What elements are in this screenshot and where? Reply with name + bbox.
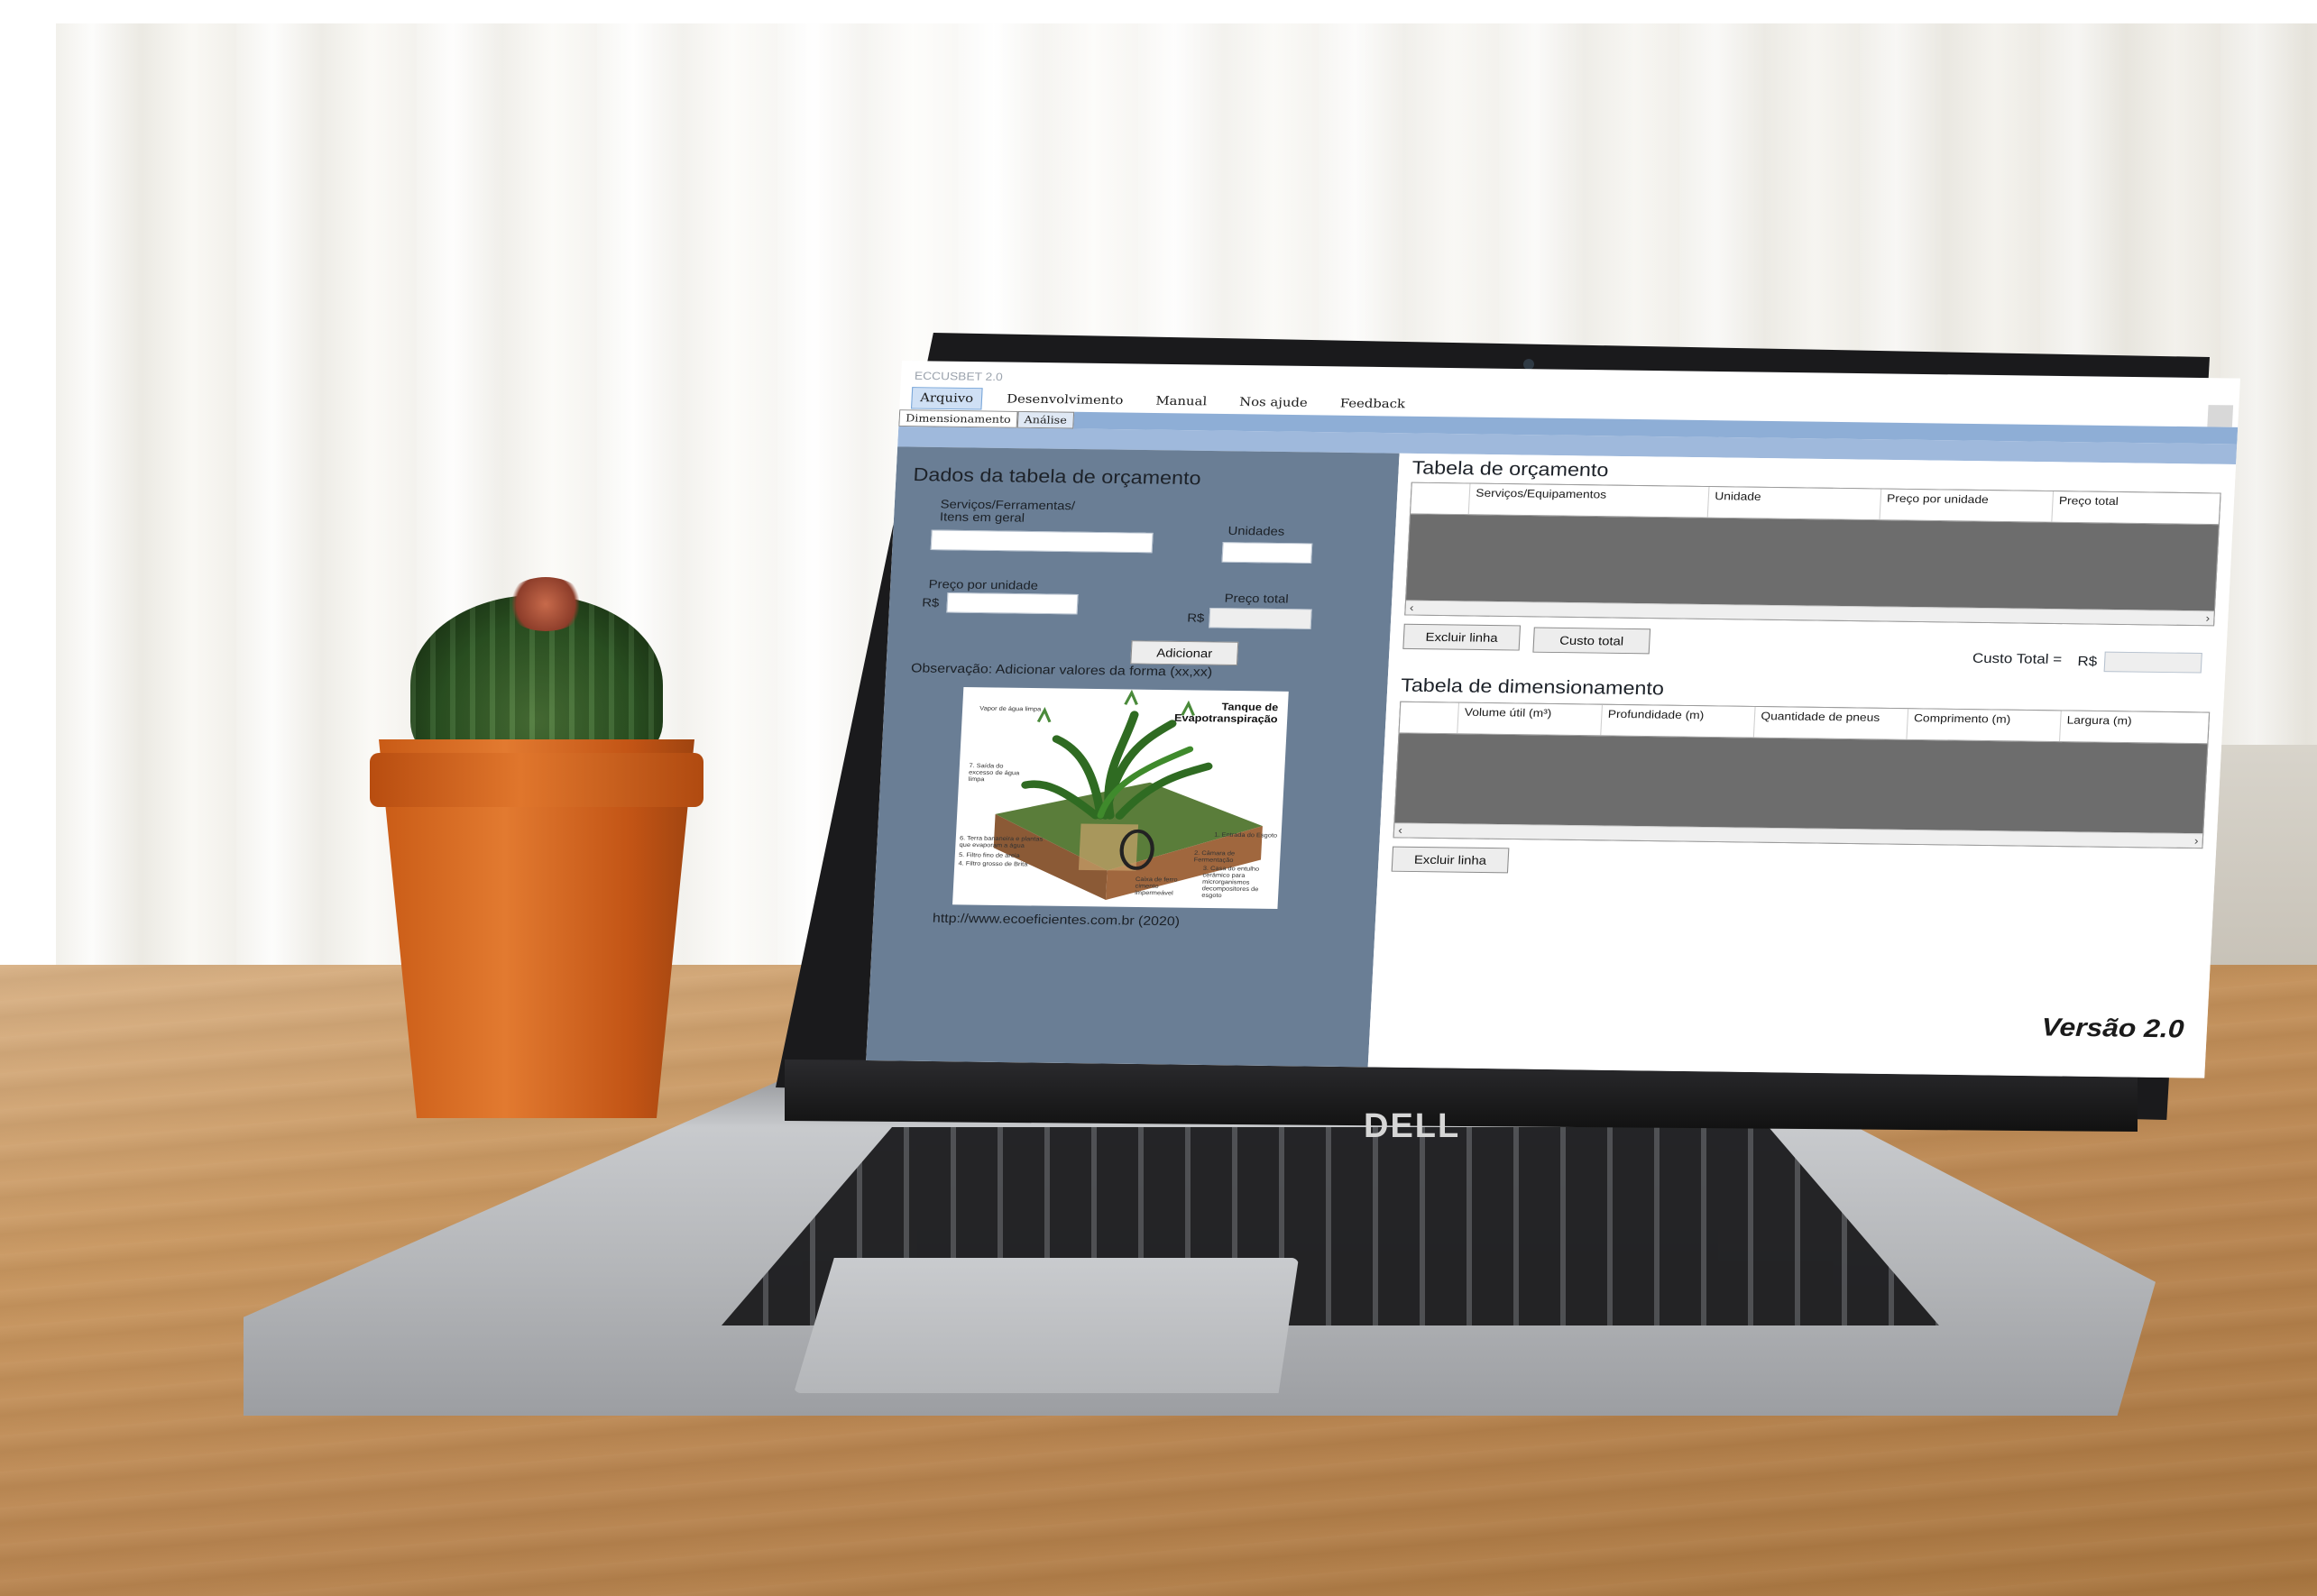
unidades-label: Unidades: [1227, 523, 1285, 538]
dim-row-selector-header: [1400, 702, 1458, 734]
laptop-touchpad: [794, 1258, 1299, 1393]
dim-table-scrollbar[interactable]: ‹ ›: [1393, 822, 2203, 848]
adicionar-button[interactable]: Adicionar: [1130, 640, 1239, 665]
col-profundidade[interactable]: Profundidade (m): [1600, 704, 1755, 738]
caption-saida: 7. Saída do excesso de água limpa: [968, 763, 1020, 784]
dim-table-grid[interactable]: Volume útil (m³) Profundidade (m) Quanti…: [1393, 701, 2211, 849]
version-label: Versão 2.0: [2040, 1014, 2185, 1043]
col-comprimento[interactable]: Comprimento (m): [1906, 709, 2061, 742]
dim-scroll-right-icon[interactable]: ›: [2194, 834, 2199, 847]
col-unidade[interactable]: Unidade: [1706, 486, 1881, 520]
budget-table-header: Serviços/Equipamentos Unidade Preço por …: [1411, 482, 2220, 526]
col-volume[interactable]: Volume útil (m³): [1457, 702, 1602, 736]
preco-unidade-input[interactable]: [946, 592, 1079, 615]
dim-scroll-left-icon[interactable]: ‹: [1398, 823, 1402, 836]
servicos-label: Serviços/Ferramentas/ Itens em geral: [939, 497, 1076, 525]
currency-label-1: R$: [921, 595, 940, 610]
custo-total-output: [2103, 651, 2202, 674]
caption-areia: 5. Filtro fino de areia: [958, 852, 1020, 859]
budget-delete-row-button[interactable]: Excluir linha: [1402, 623, 1522, 651]
budget-table-grid[interactable]: Serviços/Equipamentos Unidade Preço por …: [1404, 482, 2221, 627]
menu-nos-ajude[interactable]: Nos ajude: [1231, 392, 1316, 414]
col-preco-unidade[interactable]: Preço por unidade: [1879, 489, 2054, 522]
preco-total-label: Preço total: [1224, 591, 1290, 606]
custo-total-currency: R$: [2077, 654, 2098, 670]
source-url-link[interactable]: http://www.ecoeficientes.com.br (2020): [933, 911, 1181, 929]
laptop-brand-logo: DELL: [1364, 1107, 1461, 1145]
cactus-flower: [505, 577, 586, 631]
scroll-left-icon[interactable]: ‹: [1410, 601, 1414, 614]
evapotranspiration-tank-diagram: Tanque de Evapotranspiração Vapor de águ…: [952, 687, 1289, 910]
scroll-right-icon[interactable]: ›: [2205, 611, 2210, 624]
currency-label-2: R$: [1186, 610, 1205, 625]
format-note: Observação: Adicionar valores da forma (…: [910, 661, 1213, 680]
col-largura[interactable]: Largura (m): [2059, 711, 2204, 744]
menu-desenvolvimento[interactable]: Desenvolvimento: [998, 389, 1131, 410]
unidades-input[interactable]: [1221, 542, 1313, 564]
row-selector-header: [1411, 483, 1469, 515]
custo-total-label: Custo Total =: [1972, 651, 2063, 667]
caption-entrada: 1. Entrada do Esgoto: [1214, 831, 1278, 839]
caption-caixa: Caixa de ferro cimento impermeável: [1135, 876, 1178, 897]
caption-brita: 4. Filtro grosso de Brita: [958, 860, 1028, 868]
app-window: ECCUSBET 2.0 Arquivo Desenvolvimento Man…: [866, 361, 2241, 1078]
dim-delete-row-button[interactable]: Excluir linha: [1391, 846, 1510, 874]
caption-entulho: 3. Casa do entulho cerâmico para microrg…: [1201, 866, 1260, 899]
budget-form-panel: Dados da tabela de orçamento Serviços/Fe…: [866, 446, 1400, 1068]
tables-panel: Tabela de orçamento Serviços/Equipamento…: [1367, 453, 2237, 1078]
preco-unidade-label: Preço por unidade: [928, 576, 1039, 592]
caption-vapor: Vapor de água limpa: [979, 705, 1042, 713]
caption-terra: 6. Terra bananeira e plantas que evapora…: [959, 835, 1044, 849]
dim-table-header: Volume útil (m³) Profundidade (m) Quanti…: [1399, 702, 2210, 745]
col-quantidade-pneus[interactable]: Quantidade de pneus: [1752, 706, 1908, 739]
col-servicos[interactable]: Serviços/Equipamentos: [1467, 483, 1709, 518]
menu-manual[interactable]: Manual: [1147, 391, 1215, 412]
menu-arquivo[interactable]: Arquivo: [910, 387, 983, 410]
preco-total-output: [1209, 607, 1312, 629]
tab-dimensionamento[interactable]: Dimensionamento: [898, 409, 1018, 428]
pot-rim: [370, 753, 703, 807]
servicos-input[interactable]: [930, 529, 1154, 554]
budget-table-title: Tabela de orçamento: [1411, 456, 1610, 481]
budget-table-scrollbar[interactable]: ‹ ›: [1405, 600, 2214, 626]
col-preco-total[interactable]: Preço total: [2051, 491, 2220, 525]
window-control-button[interactable]: [2207, 405, 2234, 427]
dim-table-title: Tabela de dimensionamento: [1400, 674, 1665, 700]
custo-total-button[interactable]: Custo total: [1532, 627, 1651, 655]
menu-feedback[interactable]: Feedback: [1332, 393, 1413, 415]
caption-camara: 2. Câmara de Fermentação: [1193, 850, 1236, 864]
illustration-title: Tanque de Evapotranspiração: [1173, 701, 1279, 726]
form-title: Dados da tabela de orçamento: [913, 463, 1202, 489]
tab-analise[interactable]: Análise: [1016, 410, 1074, 429]
